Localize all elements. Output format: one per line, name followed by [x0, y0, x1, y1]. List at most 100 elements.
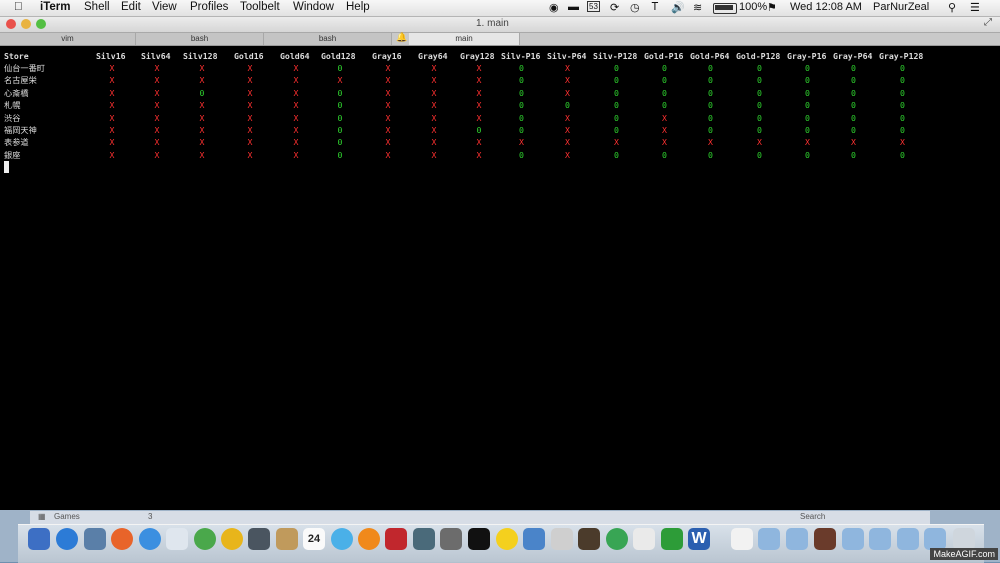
spotlight-icon[interactable]: ⚲ [948, 1, 956, 14]
status-cell: 0 [337, 63, 343, 73]
status-cell: 0 [708, 63, 713, 73]
time-machine-icon[interactable]: ◷ [630, 1, 640, 14]
tab-bash-1[interactable]: bash [136, 33, 264, 45]
launchpad-icon[interactable] [166, 528, 188, 550]
status-cell: 0 [662, 149, 667, 160]
status-cell: X [565, 137, 570, 148]
menu-toolbelt[interactable]: Toolbelt [240, 1, 280, 13]
status-cell: X [293, 87, 299, 98]
folder-dock-icon-1[interactable] [758, 528, 780, 550]
system-preferences-icon[interactable] [440, 528, 462, 550]
folder-dock-icon-2[interactable] [786, 528, 808, 550]
atom-icon[interactable] [606, 528, 628, 550]
tab-bar: vim bash bash 🔔 main [0, 32, 1000, 46]
duck-icon[interactable] [496, 528, 518, 550]
status-cell: X [337, 75, 343, 86]
status-cell: X [247, 87, 253, 98]
apple-icon[interactable]:  [14, 1, 23, 13]
media-icon[interactable] [814, 528, 836, 550]
status-cell: X [476, 137, 482, 148]
finder-icon[interactable] [28, 528, 50, 550]
close-button[interactable] [6, 19, 16, 29]
safari-icon[interactable] [139, 528, 161, 550]
status-cell: X [109, 63, 115, 73]
sublime-icon[interactable] [578, 528, 600, 550]
status-cell: X [293, 100, 299, 111]
word-icon[interactable]: W [688, 528, 710, 550]
folder-dock-icon-3[interactable] [842, 528, 864, 550]
trash-icon[interactable] [953, 528, 975, 550]
user-name[interactable]: ParNurZeal [873, 1, 929, 13]
fullscreen-icon[interactable]: ⤢ [984, 17, 992, 28]
menu-view[interactable]: View [152, 1, 177, 13]
tab-main[interactable]: main [409, 33, 520, 45]
folder-dock-icon-4[interactable] [869, 528, 891, 550]
xcode-icon[interactable] [523, 528, 545, 550]
zoom-button[interactable] [36, 19, 46, 29]
chrome-icon[interactable] [194, 528, 216, 550]
status-cell: 0 [708, 112, 713, 123]
status-cell: 0 [337, 149, 343, 160]
clock[interactable]: Wed 12:08 AM [790, 1, 862, 13]
status-cell: X [199, 149, 205, 160]
bluetooth-icon[interactable]: Ꭲ [652, 1, 659, 14]
status-cell: X [431, 149, 437, 160]
minus-icon[interactable]: ▬ [568, 1, 579, 13]
folder-dock-icon-5[interactable] [897, 528, 919, 550]
status-cell: X [199, 112, 205, 123]
evernote-dock-icon[interactable] [661, 528, 683, 550]
app-store-icon[interactable] [56, 528, 78, 550]
menu-profiles[interactable]: Profiles [190, 1, 228, 13]
facetime-icon[interactable] [248, 528, 270, 550]
disk-utility-icon[interactable] [551, 528, 573, 550]
wifi-icon[interactable]: ≋ [693, 1, 702, 14]
iterm-dock-icon[interactable] [468, 528, 490, 550]
pdf-icon[interactable] [731, 528, 753, 550]
status-cell: 0 [851, 75, 856, 86]
itunes-icon[interactable] [331, 528, 353, 550]
minimize-button[interactable] [21, 19, 31, 29]
window-title: 1. main [476, 18, 509, 29]
status-cell: X [708, 137, 713, 148]
status-cell: X [519, 137, 524, 148]
terminal-pane[interactable] [0, 46, 1000, 510]
temperature-badge[interactable]: 53 [587, 1, 600, 12]
evernote-icon[interactable]: ◉ [549, 1, 559, 14]
status-cell: 0 [708, 100, 713, 111]
status-cell: 0 [757, 87, 762, 98]
notes-icon[interactable] [633, 528, 655, 550]
menu-help[interactable]: Help [346, 1, 370, 13]
notification-center-icon[interactable]: ☰ [970, 1, 980, 14]
folder-dock-icon-6[interactable] [924, 528, 946, 550]
ibooks-icon[interactable] [358, 528, 380, 550]
contacts-icon[interactable] [276, 528, 298, 550]
menu-shell[interactable]: Shell [84, 1, 110, 13]
app-menu[interactable]: iTerm [40, 1, 70, 13]
tab-bash-2[interactable]: bash [264, 33, 392, 45]
status-cell: X [851, 137, 856, 148]
firefox-icon[interactable] [111, 528, 133, 550]
store-name: 銀座 [4, 149, 21, 160]
status-cell: X [614, 137, 619, 148]
volume-icon[interactable]: 🔊 [671, 1, 685, 14]
status-cell: 0 [337, 112, 343, 123]
bell-icon: 🔔 [396, 32, 408, 42]
header-gray16: Gray16 [372, 51, 402, 61]
flag-icon[interactable]: ⚑ [767, 1, 777, 14]
menu-edit[interactable]: Edit [121, 1, 141, 13]
reminders-icon[interactable] [385, 528, 407, 550]
header-silv-p64: Silv-P64 [547, 51, 587, 61]
dashboard-icon[interactable] [221, 528, 243, 550]
battery-icon[interactable] [713, 3, 737, 14]
status-cell: 0 [757, 63, 762, 73]
status-cell: 0 [614, 149, 619, 160]
status-cell: 0 [519, 75, 524, 86]
status-cell: 0 [708, 125, 713, 135]
menu-window[interactable]: Window [293, 1, 334, 13]
tab-vim[interactable]: vim [0, 33, 136, 45]
sync-icon[interactable]: ⟳ [610, 1, 619, 14]
preview-icon[interactable] [84, 528, 106, 550]
battery-percent[interactable]: 100% [739, 1, 767, 13]
calendar-icon[interactable]: 24 [303, 528, 325, 550]
photo-app-icon[interactable] [413, 528, 435, 550]
